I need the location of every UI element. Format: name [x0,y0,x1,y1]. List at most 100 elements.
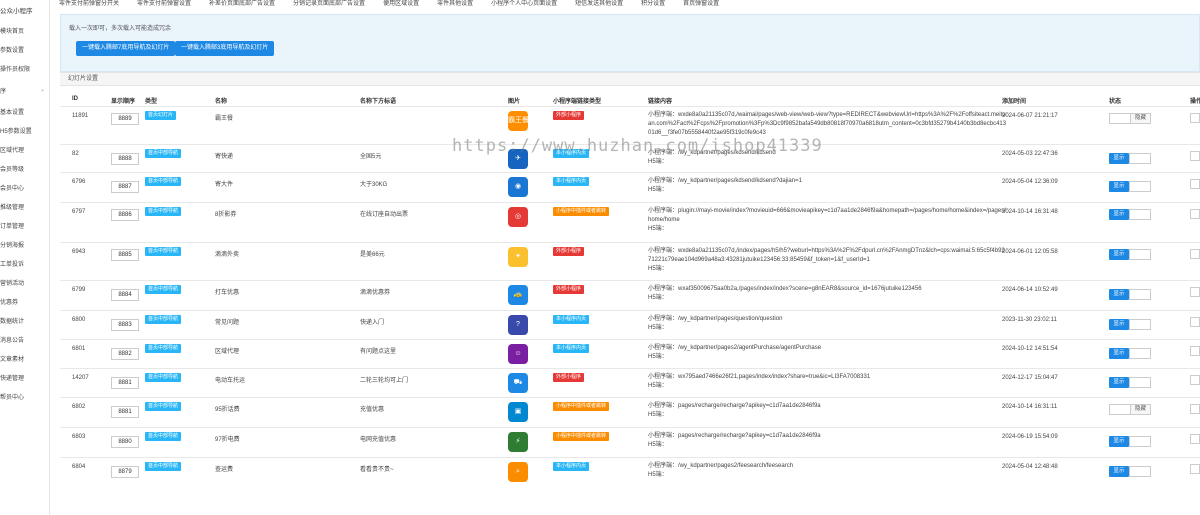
status-field[interactable] [1129,181,1151,192]
row-time: 2024-10-12 14:51:54 [1002,346,1058,352]
hide-button[interactable]: 隐藏 [1130,114,1150,123]
top-tab[interactable]: 分销记录页面底部广告设置 [284,0,374,9]
edit-icon[interactable] [1190,346,1200,356]
sidebar-subitem[interactable]: 数据统计 [0,316,24,325]
sidebar-subitem[interactable]: 优惠券 [0,297,18,306]
top-tab[interactable]: 零件支付前弹窗设置 [128,0,200,9]
edit-icon[interactable] [1190,113,1200,123]
order-input[interactable]: 8881 [111,377,139,389]
link-h5: H5端： [648,187,668,193]
status-toggle-button[interactable]: 显示 [1109,289,1129,300]
sidebar-subitem[interactable]: 区域代理 [0,145,24,154]
order-input[interactable]: 8886 [111,209,139,221]
sidebar-subitem[interactable]: 推级管理 [0,202,24,211]
status-toggle-button[interactable]: 显示 [1109,466,1129,477]
edit-icon[interactable] [1190,151,1200,161]
link-content: 小程序端：wxde8a0a21135c07d,/waimai/pages/web… [648,111,1008,138]
edit-icon[interactable] [1190,249,1200,259]
edit-icon[interactable] [1190,464,1200,474]
sidebar-subitem[interactable]: 分销海报 [0,240,24,249]
sidebar-item-params[interactable]: 参数设置 [0,45,24,54]
sidebar-subitem[interactable]: 会员等级 [0,164,24,173]
status-toggle-button[interactable]: 显示 [1109,153,1129,164]
type-badge: 首页中部导航 [145,432,182,441]
row-image-icon: ◉ [508,177,528,197]
row-name: 电动车托运 [215,378,246,384]
status-toggle[interactable]: 隐藏 [1109,404,1151,415]
status-field[interactable] [1129,153,1151,164]
link-h5: H5端： [648,159,668,165]
sidebar-item-module-home[interactable]: 模块首页 [0,26,24,35]
order-input[interactable]: 8884 [111,289,139,301]
status-field[interactable] [1129,289,1151,300]
status-field[interactable] [1129,348,1151,359]
edit-icon[interactable] [1190,179,1200,189]
edit-icon[interactable] [1190,317,1200,327]
status-toggle-button[interactable]: 显示 [1109,436,1129,447]
top-tab[interactable]: 零件支付前弹窗分开关 [50,0,128,9]
edit-icon[interactable] [1190,404,1200,414]
top-tab[interactable]: 补差价页面底部广告设置 [200,0,284,9]
edit-icon[interactable] [1190,434,1200,444]
order-input[interactable]: 8887 [111,181,139,193]
top-tab[interactable]: 零件其他设置 [428,0,482,9]
sidebar-group[interactable]: 序 [0,86,6,95]
row-image-icon: ◎ [508,207,528,227]
top-tab[interactable]: 积分设置 [632,0,674,9]
col-id: ID [72,96,78,102]
load-7-nav-button[interactable]: 一键载入腾邮7底用导航及幻灯片 [76,41,176,56]
link-type-badge: 本小程序内页 [553,344,590,353]
sidebar-subitem[interactable]: 订单管理 [0,221,24,230]
row-id: 6796 [72,179,86,185]
status-toggle-button[interactable]: 显示 [1109,181,1129,192]
sidebar-subitem[interactable]: 帮员中心 [0,392,24,401]
status-toggle[interactable]: 隐藏 [1109,113,1151,124]
order-input[interactable]: 8879 [111,466,139,478]
status-toggle-button[interactable]: 显示 [1109,319,1129,330]
status-toggle-button[interactable]: 显示 [1109,249,1129,260]
status-field[interactable] [1129,249,1151,260]
top-tab[interactable]: 小程序个人中心页面设置 [482,0,566,9]
sidebar-subitem[interactable]: 快递管理 [0,373,24,382]
sidebar-subitem[interactable]: 文章素材 [0,354,24,363]
top-tab[interactable]: 短信发送其他设置 [566,0,632,9]
edit-icon[interactable] [1190,375,1200,385]
status-field[interactable] [1129,377,1151,388]
order-input[interactable]: 8880 [111,436,139,448]
order-input[interactable]: 8881 [111,406,139,418]
top-tab[interactable]: 首页弹窗设置 [674,0,728,9]
status-field[interactable] [1129,466,1151,477]
edit-icon[interactable] [1190,209,1200,219]
row-time: 2023-11-30 23:02:11 [1002,317,1057,323]
status-field[interactable] [1129,436,1151,447]
sidebar-item-operators[interactable]: 操作员权限 [0,64,30,73]
sidebar-subitem[interactable]: 消息公告 [0,335,24,344]
row-image-label: ⌕ [516,468,520,475]
row-name: 97折电费 [215,437,240,443]
row-name: 滴滴外卖 [215,252,240,258]
top-tab[interactable]: 便用区域设置 [374,0,428,9]
order-input[interactable]: 8888 [111,153,139,165]
row-name: 打车优惠 [215,290,240,296]
link-type-badge: 外部小程序 [553,111,585,120]
hide-button[interactable]: 隐藏 [1130,405,1150,414]
order-input[interactable]: 8882 [111,348,139,360]
status-field[interactable] [1129,209,1151,220]
sidebar-subitem[interactable]: 会员中心 [0,183,24,192]
sidebar-subitem[interactable]: H5参数设置 [0,126,32,135]
type-badge: 首页中部导航 [145,402,182,411]
sidebar-subitem[interactable]: 基本设置 [0,107,24,116]
order-input[interactable]: 8885 [111,249,139,261]
sidebar-subitem[interactable]: 工单投诉 [0,259,24,268]
load-3-nav-button[interactable]: 一键载入腾邮3底用导航及幻灯片 [175,41,275,56]
link-mini: 小程序端：wxaf35009675aa0b2a,/pages/index/ind… [648,286,922,292]
order-input[interactable]: 8883 [111,319,139,331]
status-toggle-button[interactable]: 显示 [1109,348,1129,359]
sidebar-subitem[interactable]: 营销活动 [0,278,24,287]
status-field[interactable] [1129,319,1151,330]
status-toggle-button[interactable]: 显示 [1109,209,1129,220]
row-time: 2024-06-19 15:54:09 [1002,434,1058,440]
edit-icon[interactable] [1190,287,1200,297]
status-toggle-button[interactable]: 显示 [1109,377,1129,388]
order-input[interactable]: 8889 [111,113,139,125]
